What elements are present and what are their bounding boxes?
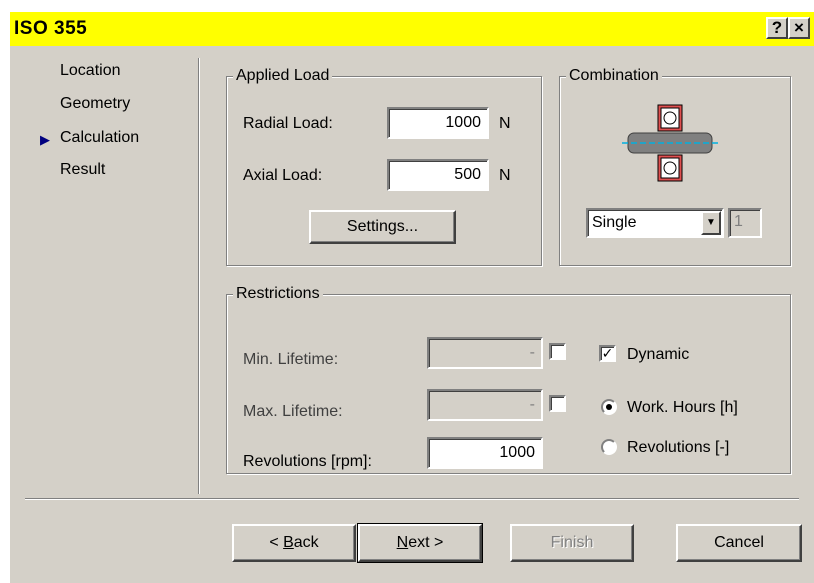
applied-load-group: Applied Load Radial Load: 1000 N Axial L… xyxy=(226,66,542,266)
applied-load-legend: Applied Load xyxy=(233,66,333,86)
max-lifetime-label: Max. Lifetime: xyxy=(243,403,343,420)
nav-item-location[interactable]: Location xyxy=(60,62,121,80)
nav-item-result[interactable]: Result xyxy=(60,161,105,179)
revolutions-count-label: Revolutions [-] xyxy=(627,439,730,456)
combination-count-input[interactable]: 1 xyxy=(728,208,762,238)
close-button[interactable]: × xyxy=(788,17,810,39)
next-button[interactable]: Next > xyxy=(357,523,483,563)
window-title: ISO 355 xyxy=(14,18,88,39)
min-lifetime-input[interactable]: - xyxy=(427,337,543,369)
back-button[interactable]: < Back xyxy=(232,524,356,562)
max-lifetime-checkbox[interactable] xyxy=(549,395,566,412)
combination-select[interactable]: Single ▼ xyxy=(586,208,724,238)
cancel-button[interactable]: Cancel xyxy=(676,524,802,562)
combination-group: Combination Single ▼ 1 xyxy=(559,66,791,266)
checkmark-icon: ✓ xyxy=(601,345,614,361)
radio-selected-dot xyxy=(606,404,612,410)
back-prefix: < xyxy=(269,534,284,551)
restrictions-legend: Restrictions xyxy=(233,284,323,304)
back-mnemonic: B xyxy=(283,534,294,551)
axial-load-input[interactable]: 500 xyxy=(387,159,489,191)
settings-button[interactable]: Settings... xyxy=(309,210,456,244)
next-rest: ext > xyxy=(408,534,444,551)
radial-load-unit: N xyxy=(499,115,511,132)
work-hours-label: Work. Hours [h] xyxy=(627,399,738,416)
work-hours-radio[interactable] xyxy=(601,399,617,415)
horizontal-divider xyxy=(25,498,799,500)
axial-load-label: Axial Load: xyxy=(243,167,323,184)
back-rest: ack xyxy=(293,534,319,551)
dynamic-checkbox[interactable]: ✓ xyxy=(599,345,616,362)
help-button[interactable]: ? xyxy=(766,17,788,39)
min-lifetime-checkbox[interactable] xyxy=(549,343,566,360)
revolutions-rpm-input[interactable]: 1000 xyxy=(427,437,543,469)
axial-load-unit: N xyxy=(499,167,511,184)
chevron-down-icon[interactable]: ▼ xyxy=(701,211,721,235)
vertical-divider xyxy=(198,58,200,494)
current-step-arrow-icon: ▶ xyxy=(40,132,50,147)
max-lifetime-input[interactable]: - xyxy=(427,389,543,421)
radial-load-label: Radial Load: xyxy=(243,115,333,132)
next-mnemonic: N xyxy=(396,534,409,551)
dialog-window: ISO 355 ? × Location Geometry ▶ Calculat… xyxy=(10,12,814,583)
restrictions-group: Restrictions Min. Lifetime: - Max. Lifet… xyxy=(226,284,791,474)
combination-legend: Combination xyxy=(566,66,662,86)
bearing-cross-section-icon xyxy=(622,104,718,182)
nav-item-calculation[interactable]: Calculation xyxy=(60,129,139,147)
nav-item-geometry[interactable]: Geometry xyxy=(60,95,130,113)
finish-button[interactable]: Finish xyxy=(510,524,634,562)
dynamic-label: Dynamic xyxy=(627,346,690,363)
revolutions-count-radio[interactable] xyxy=(601,439,617,455)
combination-selected-value: Single xyxy=(592,214,637,231)
min-lifetime-label: Min. Lifetime: xyxy=(243,351,339,368)
title-bar[interactable]: ISO 355 ? × xyxy=(10,12,814,46)
revolutions-rpm-label: Revolutions [rpm]: xyxy=(243,453,372,470)
radial-load-input[interactable]: 1000 xyxy=(387,107,489,139)
